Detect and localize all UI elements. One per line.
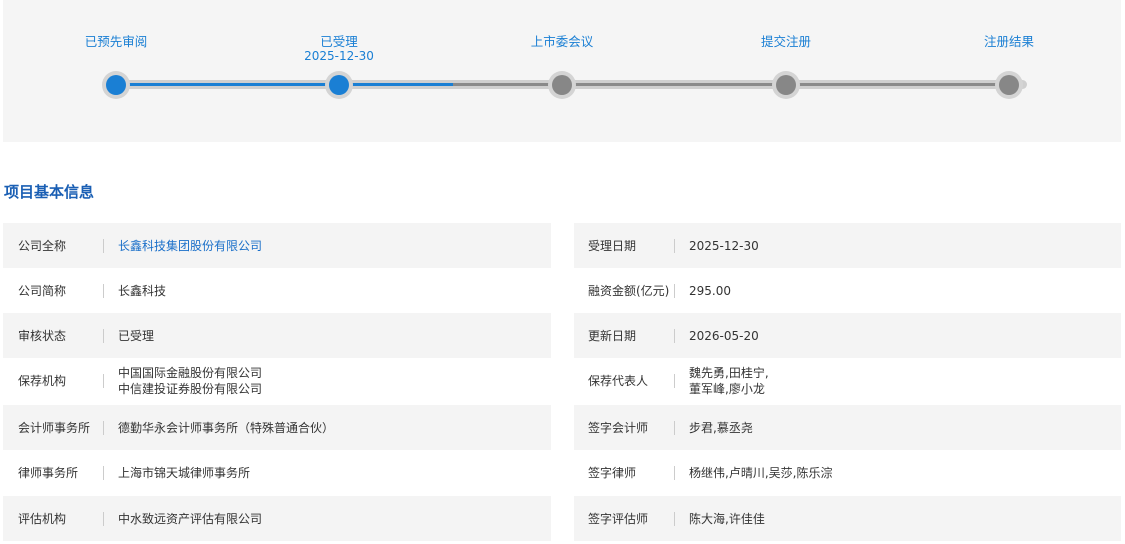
field-value: 德勤华永会计师事务所（特殊普通合伙）: [118, 420, 335, 435]
progress-panel: 已预先审阅 已受理 2025-12-30 上市委会议 提交注册 注册结果: [3, 0, 1121, 142]
company-full-name-link[interactable]: 长鑫科技集团股份有限公司: [118, 238, 262, 254]
field-value: 魏先勇,田桂宁, 董军峰,廖小龙: [689, 365, 769, 397]
divider: [674, 328, 675, 343]
step-dot-done: [106, 75, 126, 95]
field-value: 杨继伟,卢晴川,吴莎,陈乐淙: [689, 465, 833, 480]
field-label: 评估机构: [18, 512, 67, 526]
field-label: 会计师事务所: [18, 421, 91, 435]
info-row-company-full-name: 公司全称 长鑫科技集团股份有限公司: [3, 223, 551, 268]
field-value: 上海市锦天城律师事务所: [118, 465, 251, 480]
divider: [674, 238, 675, 253]
field-label: 受理日期: [588, 239, 637, 253]
sponsor-name: 中信建投证券股份有限公司: [118, 381, 263, 396]
step-marker: [772, 71, 800, 99]
step-dot-pending: [999, 75, 1019, 95]
divider: [103, 283, 104, 298]
step-marker: [995, 71, 1023, 99]
divider: [674, 420, 675, 435]
info-row-sponsor-representatives: 保荐代表人 魏先勇,田桂宁, 董军峰,廖小龙: [574, 358, 1121, 403]
sponsor-name: 中国国际金融股份有限公司: [118, 365, 263, 380]
step-label: 上市委会议: [530, 34, 594, 49]
info-row-signing-lawyers: 签字律师 杨继伟,卢晴川,吴莎,陈乐淙: [574, 450, 1121, 495]
info-row-signing-accountants: 签字会计师 步君,慕丞尧: [574, 405, 1121, 450]
field-label: 审核状态: [18, 329, 67, 343]
step-label: 提交注册: [760, 34, 811, 49]
representative-names: 魏先勇,田桂宁,: [689, 365, 769, 380]
step-dot-pending: [552, 75, 572, 95]
field-label: 更新日期: [588, 329, 637, 343]
step-marker: [102, 71, 130, 99]
section-title: 项目基本信息: [4, 183, 95, 201]
divider: [103, 238, 104, 253]
field-value: 295.00: [689, 283, 731, 298]
divider: [674, 373, 675, 388]
info-row-appraisal-firm: 评估机构 中水致远资产评估有限公司: [3, 496, 551, 541]
step-marker: [548, 71, 576, 99]
field-value: 2025-12-30: [689, 238, 759, 253]
info-row-accept-date: 受理日期 2025-12-30: [574, 223, 1121, 268]
info-row-company-short-name: 公司简称 长鑫科技: [3, 268, 551, 313]
info-row-review-status: 审核状态 已受理: [3, 313, 551, 358]
info-row-financing-amount: 融资金额(亿元) 295.00: [574, 268, 1121, 313]
info-row-update-date: 更新日期 2026-05-20: [574, 313, 1121, 358]
field-label: 签字律师: [588, 466, 637, 480]
field-value: 2026-05-20: [689, 328, 759, 343]
divider: [674, 465, 675, 480]
info-row-law-firm: 律师事务所 上海市锦天城律师事务所: [3, 450, 551, 495]
step-label: 已预先审阅: [84, 34, 148, 49]
step-marker: [325, 71, 353, 99]
divider: [674, 283, 675, 298]
step-date: 2025-12-30: [304, 49, 374, 63]
divider: [103, 465, 104, 480]
field-value: 中水致远资产评估有限公司: [118, 511, 263, 526]
field-value: 步君,慕丞尧: [689, 420, 753, 435]
step-dot-pending: [776, 75, 796, 95]
field-label: 律师事务所: [18, 466, 79, 480]
step-label: 注册结果: [983, 34, 1034, 49]
field-label: 融资金额(亿元): [588, 284, 670, 298]
step-dot-done: [329, 75, 349, 95]
field-value: 长鑫科技: [118, 283, 167, 298]
divider: [103, 420, 104, 435]
divider: [674, 511, 675, 526]
progress-track-completed: [117, 83, 453, 86]
field-value: 中国国际金融股份有限公司 中信建投证券股份有限公司: [118, 365, 262, 397]
info-row-sponsor: 保荐机构 中国国际金融股份有限公司 中信建投证券股份有限公司: [3, 358, 551, 403]
divider: [103, 328, 104, 343]
info-row-signing-appraisers: 签字评估师 陈大海,许佳佳: [574, 496, 1121, 541]
field-label: 公司简称: [18, 284, 67, 298]
step-label: 已受理: [320, 34, 358, 49]
field-value: 陈大海,许佳佳: [689, 511, 765, 526]
field-label: 签字评估师: [588, 512, 649, 526]
field-label: 保荐代表人: [588, 374, 649, 388]
field-value: 已受理: [118, 328, 155, 343]
divider: [103, 511, 104, 526]
representative-names: 董军峰,廖小龙: [689, 381, 765, 396]
divider: [103, 373, 104, 388]
field-label: 保荐机构: [18, 374, 67, 388]
field-label: 公司全称: [18, 239, 67, 253]
field-label: 签字会计师: [588, 421, 649, 435]
info-row-accounting-firm: 会计师事务所 德勤华永会计师事务所（特殊普通合伙）: [3, 405, 551, 450]
